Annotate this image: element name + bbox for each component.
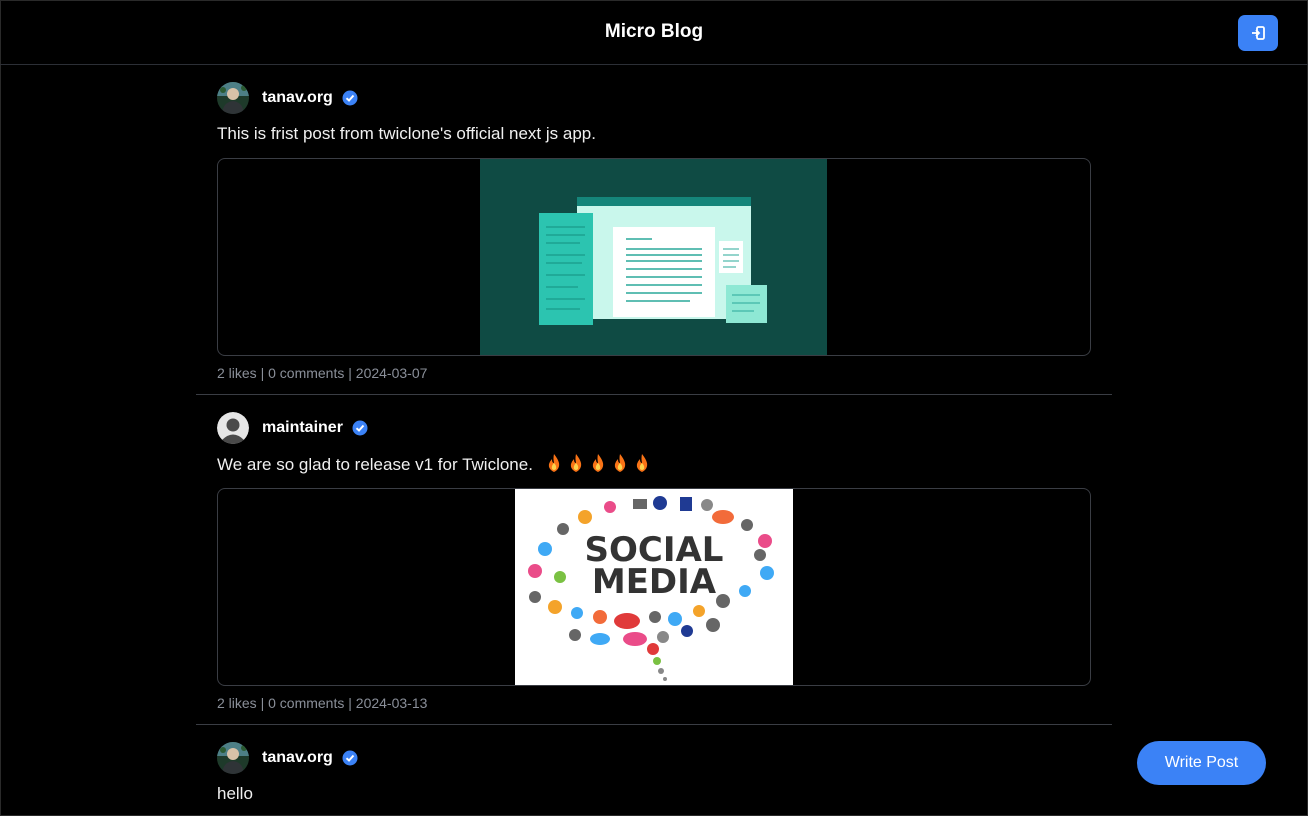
documents-illustration [480, 159, 827, 355]
post-meta: 2 likes | 0 comments | 2024-03-07 [217, 365, 1091, 394]
login-icon [1252, 26, 1265, 40]
post-card: tanav.org This is frist post from twiclo… [196, 65, 1112, 395]
fire-icon [570, 454, 581, 472]
page-title: Micro Blog [604, 21, 704, 42]
post-card: maintainer We are so glad to release v1 … [196, 395, 1112, 725]
social-media-word-cloud: SOCIAL MEDIA [515, 489, 793, 685]
post-header: tanav.org [217, 741, 1091, 774]
verified-badge-icon [352, 420, 368, 436]
meta-separator: | [348, 365, 352, 381]
verified-badge-icon [342, 90, 358, 106]
likes-count[interactable]: 2 likes [217, 365, 257, 381]
post-meta: 2 likes | 0 comments | 2024-03-13 [217, 695, 1091, 724]
fire-icon [636, 454, 647, 472]
post-header: tanav.org [217, 81, 1091, 114]
write-post-button[interactable]: Write Post [1137, 741, 1266, 785]
post-card: tanav.org hello [196, 725, 1112, 807]
top-header: Micro Blog [0, 0, 1308, 65]
post-image[interactable]: SOCIAL MEDIA [217, 488, 1091, 686]
login-button[interactable] [1238, 15, 1278, 51]
post-date: 2024-03-07 [355, 365, 428, 381]
post-text: We are so glad to release v1 for Twiclon… [217, 453, 1091, 477]
fire-emoji-row [542, 454, 652, 474]
fire-icon [592, 454, 603, 472]
likes-count[interactable]: 2 likes [217, 695, 257, 711]
meta-separator: | [348, 695, 352, 711]
comments-count[interactable]: 0 comments [268, 365, 344, 381]
fire-icon [548, 454, 559, 472]
post-text-content: We are so glad to release v1 for Twiclon… [217, 455, 533, 474]
post-text: This is frist post from twiclone's offic… [217, 124, 596, 143]
image-text-media: MEDIA [592, 562, 717, 602]
meta-separator: | [260, 365, 265, 381]
fire-icon [614, 454, 625, 472]
username[interactable]: maintainer [262, 419, 343, 437]
post-header: maintainer [217, 411, 1091, 444]
comments-count[interactable]: 0 comments [268, 695, 344, 711]
avatar[interactable] [217, 81, 249, 114]
verified-badge-icon [342, 750, 358, 766]
meta-separator: | [260, 695, 265, 711]
post-image[interactable] [217, 158, 1091, 356]
post-date: 2024-03-13 [355, 695, 428, 711]
avatar[interactable] [217, 411, 249, 444]
post-text: hello [217, 784, 253, 803]
post-feed[interactable]: tanav.org This is frist post from twiclo… [196, 65, 1112, 816]
avatar[interactable] [217, 741, 249, 774]
username[interactable]: tanav.org [262, 749, 333, 767]
username[interactable]: tanav.org [262, 89, 333, 107]
